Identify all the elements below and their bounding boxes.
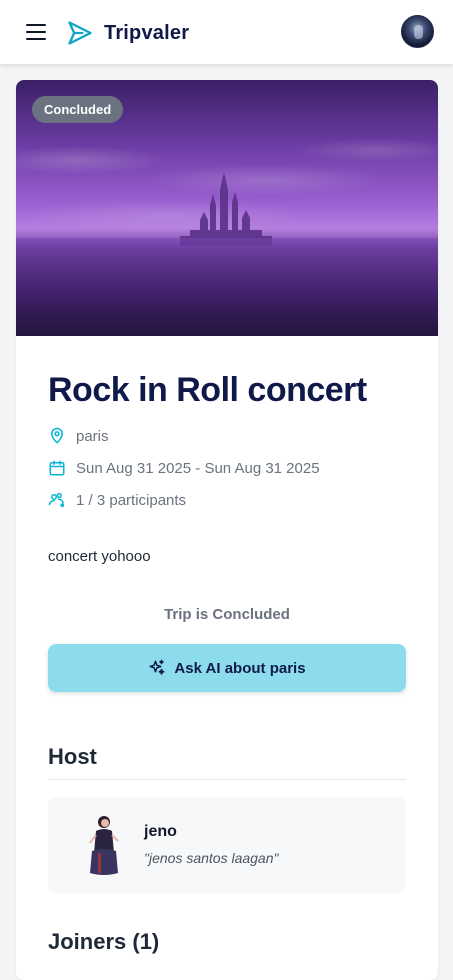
trip-description: concert yohooo bbox=[48, 548, 151, 565]
app-name: Tripvaler bbox=[104, 21, 190, 44]
menu-icon[interactable] bbox=[24, 22, 48, 42]
send-logo-icon bbox=[68, 21, 92, 45]
host-section-title: Host bbox=[48, 744, 97, 769]
map-pin-icon bbox=[51, 427, 63, 444]
sparkles-icon bbox=[149, 659, 165, 675]
participants-icon bbox=[48, 492, 65, 508]
brand-logo-link[interactable]: Tripvaler bbox=[66, 18, 189, 48]
top-navbar: Tripvaler bbox=[0, 0, 453, 64]
host-card[interactable]: jeno "jenos santos laagan" bbox=[48, 797, 406, 893]
participants-text: 1 / 3 participants bbox=[76, 491, 187, 509]
host-avatar bbox=[84, 813, 124, 877]
trip-detail-card: Concluded Rock in Roll concert paris Sun… bbox=[16, 80, 438, 980]
ask-ai-label: Ask AI about paris bbox=[174, 659, 306, 677]
trip-cover-image: Concluded bbox=[16, 80, 438, 336]
ask-ai-button[interactable]: Ask AI about paris bbox=[48, 644, 406, 692]
trip-location: paris bbox=[48, 425, 109, 447]
trip-participants: 1 / 3 participants bbox=[48, 489, 186, 511]
user-avatar[interactable] bbox=[401, 15, 434, 48]
host-bio: "jenos santos laagan" bbox=[144, 850, 279, 866]
dates-text: Sun Aug 31 2025 - Sun Aug 31 2025 bbox=[76, 459, 320, 477]
joiners-section-title: Joiners (1) bbox=[48, 929, 160, 954]
status-badge: Concluded bbox=[32, 96, 124, 123]
host-name: jeno bbox=[144, 823, 177, 840]
calendar-icon bbox=[49, 460, 65, 476]
trip-title: Rock in Roll concert bbox=[48, 371, 367, 409]
section-divider bbox=[48, 779, 406, 780]
trip-status-text: Trip is Concluded bbox=[164, 606, 290, 623]
trip-dates: Sun Aug 31 2025 - Sun Aug 31 2025 bbox=[48, 457, 320, 479]
location-text: paris bbox=[76, 427, 109, 445]
